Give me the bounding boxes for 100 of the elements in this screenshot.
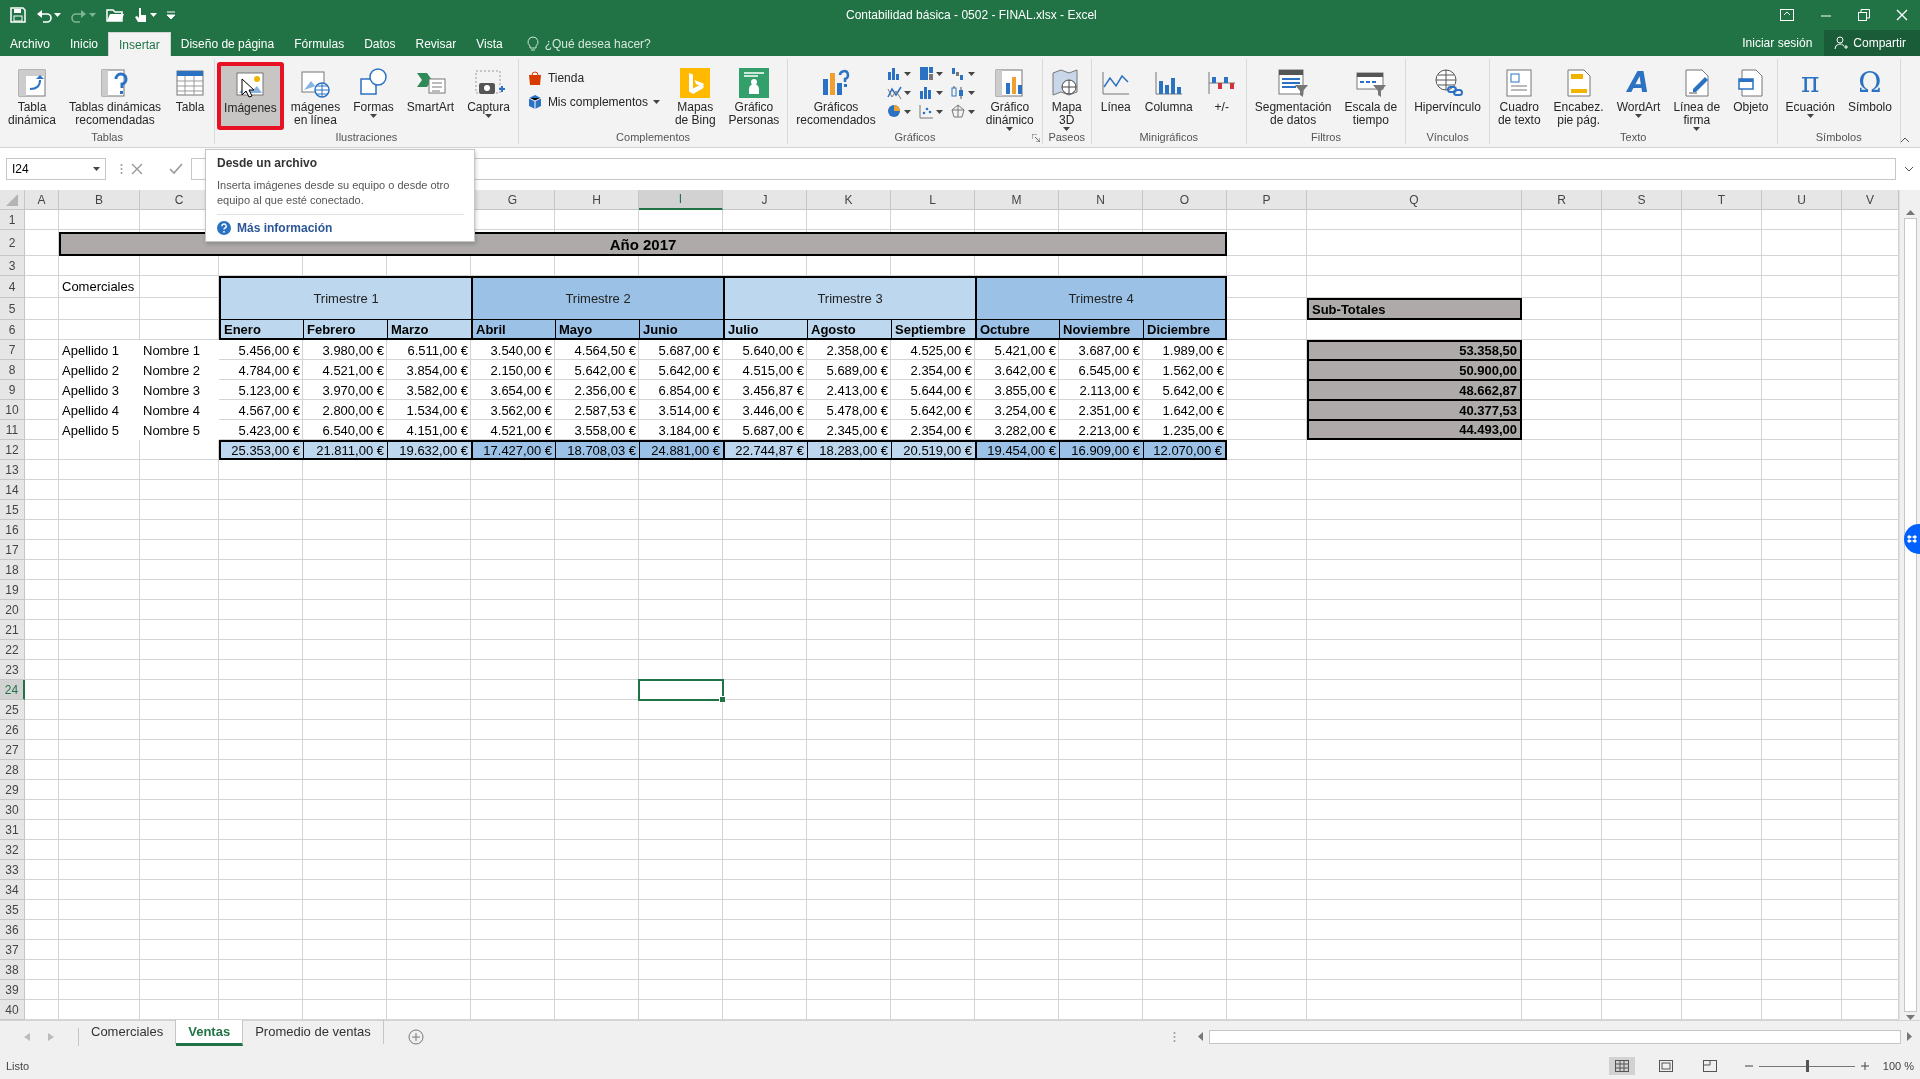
row-header[interactable]: 14 — [0, 480, 25, 500]
row-header[interactable]: 39 — [0, 980, 25, 1000]
ribbon-tab[interactable]: Revisar — [405, 32, 467, 56]
ribbon-button[interactable]: Hipervínculo — [1408, 62, 1487, 130]
horizontal-scrollbar[interactable] — [1209, 1029, 1901, 1044]
column-header[interactable]: V — [1842, 190, 1899, 210]
vertical-scrollbar[interactable] — [1899, 190, 1920, 1020]
row-header[interactable]: 19 — [0, 580, 25, 600]
row-header[interactable]: 35 — [0, 900, 25, 920]
ribbon-button[interactable]: +/- — [1199, 62, 1244, 130]
row-header[interactable]: 5 — [0, 298, 25, 320]
column-header[interactable]: T — [1682, 190, 1762, 210]
ribbon-button[interactable]: π Ecuación — [1779, 62, 1841, 130]
zoom-level[interactable]: 100 % — [1882, 1059, 1914, 1072]
zoom-slider-thumb[interactable] — [1805, 1059, 1809, 1072]
ribbon-tab[interactable]: Diseño de página — [170, 32, 285, 56]
ribbon-button[interactable]: Ω Símbolo — [1841, 62, 1898, 130]
row-header[interactable]: 31 — [0, 820, 25, 840]
ribbon-tab[interactable]: Vista — [466, 32, 513, 56]
column-header[interactable]: A — [25, 190, 59, 210]
column-header[interactable]: R — [1522, 190, 1602, 210]
column-header[interactable]: J — [723, 190, 807, 210]
row-header[interactable]: 8 — [0, 360, 25, 380]
row-header[interactable]: 25 — [0, 700, 25, 720]
ribbon-button[interactable]: Tabla dinámica — [2, 62, 63, 130]
ribbon-button[interactable]: Captura — [461, 62, 516, 130]
sign-in-link[interactable]: Iniciar sesión — [1730, 36, 1825, 50]
chart-type-button[interactable] — [918, 85, 943, 100]
row-header[interactable]: 22 — [0, 640, 25, 660]
chart-type-button[interactable] — [918, 104, 943, 119]
ribbon-button[interactable]: Línea de firma — [1667, 62, 1727, 130]
ribbon-button[interactable]: Mis complementos — [524, 92, 662, 112]
row-header[interactable]: 16 — [0, 520, 25, 540]
row-header[interactable]: 30 — [0, 800, 25, 820]
normal-view-button[interactable] — [1608, 1056, 1635, 1075]
row-header[interactable]: 29 — [0, 780, 25, 800]
row-header[interactable]: 33 — [0, 860, 25, 880]
ribbon-button[interactable]: Imágenes — [217, 62, 284, 130]
ribbon-button[interactable]: Cuadro de texto — [1491, 62, 1547, 130]
ribbon-button[interactable]: Gráfico Personas — [722, 62, 786, 130]
row-header[interactable]: 12 — [0, 440, 25, 460]
column-header[interactable]: O — [1143, 190, 1227, 210]
ribbon-button[interactable]: Gráficos recomendados — [790, 62, 882, 130]
more-info-link[interactable]: Más información — [217, 221, 333, 235]
row-header[interactable]: 13 — [0, 460, 25, 480]
row-header[interactable]: 36 — [0, 920, 25, 940]
ribbon-tab[interactable]: Archivo — [0, 32, 60, 56]
row-header[interactable]: 26 — [0, 720, 25, 740]
row-header[interactable]: 37 — [0, 940, 25, 960]
chart-type-button[interactable] — [886, 66, 911, 81]
ribbon-button[interactable]: Tablas dinámicas recomendadas — [63, 62, 168, 130]
ribbon-button[interactable]: Escala de tiempo — [1338, 62, 1404, 130]
share-button[interactable]: Compartir — [1824, 30, 1920, 56]
chart-type-button[interactable] — [950, 104, 975, 119]
column-header[interactable]: U — [1762, 190, 1842, 210]
row-header[interactable]: 7 — [0, 340, 25, 360]
row-header[interactable]: 34 — [0, 880, 25, 900]
column-header[interactable]: L — [891, 190, 975, 210]
column-header[interactable]: P — [1227, 190, 1307, 210]
row-header[interactable]: 18 — [0, 560, 25, 580]
column-header[interactable]: N — [1059, 190, 1143, 210]
chart-type-button[interactable] — [950, 66, 975, 81]
row-header[interactable]: 23 — [0, 660, 25, 680]
ribbon-tab[interactable]: Fórmulas — [284, 32, 355, 56]
row-header[interactable]: 2 — [0, 230, 25, 256]
ribbon-button[interactable]: Segmentación de datos — [1248, 62, 1338, 130]
chart-type-button[interactable] — [886, 104, 911, 119]
row-header[interactable]: 27 — [0, 740, 25, 760]
ribbon-button[interactable]: Línea — [1093, 62, 1138, 130]
row-header[interactable]: 15 — [0, 500, 25, 520]
ribbon-button[interactable]: Formas — [347, 62, 400, 130]
sheet-tab[interactable]: Promedio de ventas — [243, 1019, 384, 1044]
row-header[interactable]: 40 — [0, 1000, 25, 1020]
save-button[interactable] — [8, 5, 28, 25]
ribbon-button[interactable]: Mapa 3D — [1044, 62, 1089, 130]
ribbon-button[interactable]: mágenes en línea — [284, 62, 347, 130]
row-header[interactable]: 1 — [0, 210, 25, 230]
row-header[interactable]: 21 — [0, 620, 25, 640]
column-header[interactable]: S — [1602, 190, 1682, 210]
column-header[interactable]: M — [975, 190, 1059, 210]
row-header[interactable]: 17 — [0, 540, 25, 560]
column-header[interactable]: Q — [1307, 190, 1522, 210]
row-header[interactable]: 3 — [0, 256, 25, 276]
column-header[interactable]: K — [807, 190, 891, 210]
tell-me-field[interactable]: ¿Qué desea hacer? — [542, 36, 677, 52]
column-header[interactable]: B — [59, 190, 140, 210]
row-header[interactable]: 11 — [0, 420, 25, 440]
ribbon-button[interactable]: Objeto — [1727, 62, 1775, 130]
name-box[interactable]: I24 — [6, 158, 106, 180]
ribbon-button[interactable]: Mapas de Bing — [668, 62, 722, 130]
dialog-launcher-icon[interactable] — [1031, 134, 1040, 142]
row-header[interactable]: 9 — [0, 380, 25, 400]
chart-type-button[interactable] — [950, 85, 975, 100]
row-header[interactable]: 38 — [0, 960, 25, 980]
ribbon-button[interactable]: Gráfico dinámico — [979, 62, 1040, 130]
column-header[interactable]: I — [639, 190, 723, 210]
customize-toolbar-button[interactable] — [165, 9, 177, 21]
sheet-tab[interactable]: Ventas — [176, 1019, 244, 1046]
ribbon-button[interactable]: Tienda — [524, 68, 662, 88]
ribbon-button[interactable]: Encabez. pie pág. — [1547, 62, 1610, 130]
